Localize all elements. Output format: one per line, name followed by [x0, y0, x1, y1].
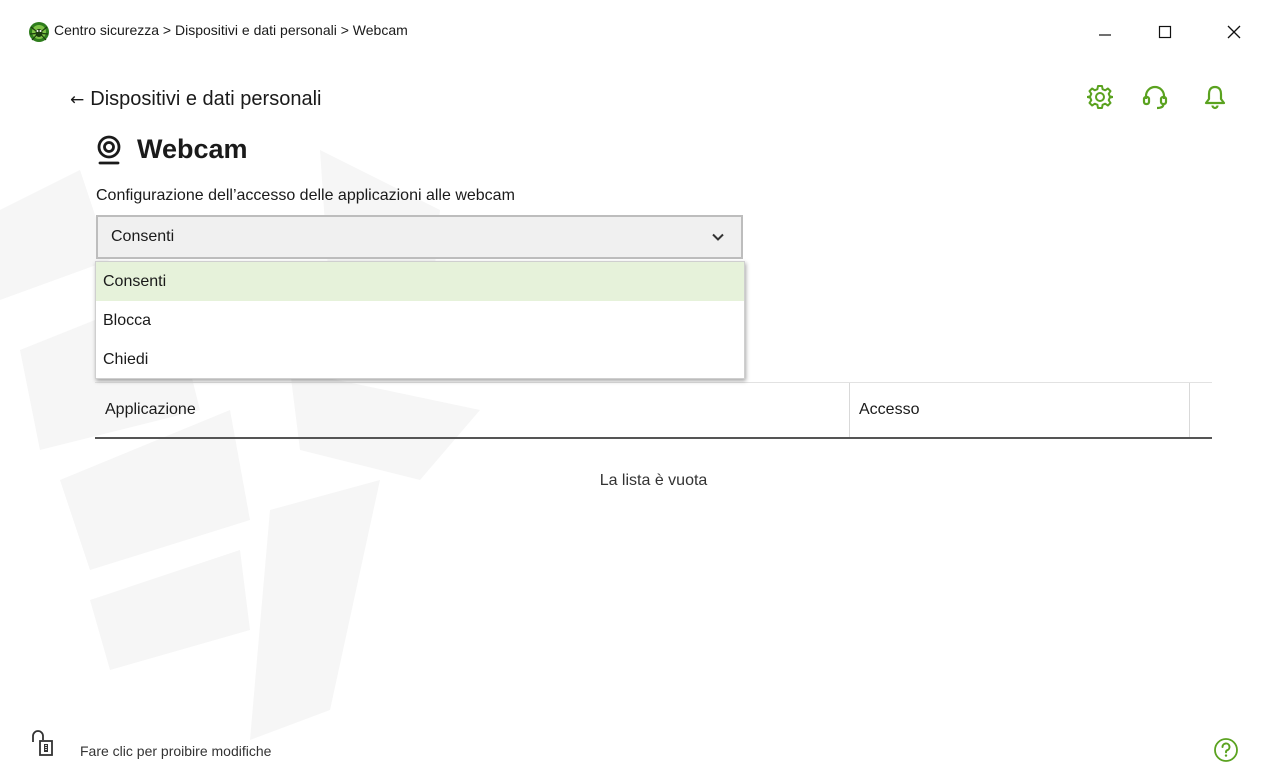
headset-icon	[1142, 85, 1168, 110]
webcam-access-select[interactable]: Consenti	[96, 215, 743, 259]
dropdown-option-consenti[interactable]: Consenti	[96, 262, 744, 301]
lock-toggle[interactable]	[31, 728, 69, 762]
padlock-open-icon	[32, 730, 53, 756]
window-title: Centro sicurezza > Dispositivi e dati pe…	[54, 22, 408, 38]
help-icon[interactable]	[1213, 737, 1239, 763]
minimize-button[interactable]	[1087, 14, 1123, 50]
table-header-divider	[95, 437, 1212, 439]
page-title: Webcam	[137, 134, 248, 164]
select-value: Consenti	[111, 228, 175, 245]
maximize-icon	[1158, 25, 1172, 39]
bell-icon	[1204, 85, 1226, 110]
table-header: Applicazione Accesso	[95, 383, 1212, 439]
close-icon	[1227, 25, 1241, 39]
column-header-application[interactable]: Applicazione	[95, 383, 850, 437]
settings-button[interactable]	[1086, 83, 1114, 111]
page-header: Webcam	[95, 134, 248, 165]
webcam-icon	[97, 135, 121, 164]
webcam-access-dropdown: Consenti Blocca Chiedi	[95, 261, 745, 379]
app-window: Centro sicurezza > Dispositivi e dati pe…	[0, 0, 1269, 769]
chevron-down-icon	[712, 233, 724, 241]
dropdown-option-blocca[interactable]: Blocca	[96, 301, 744, 340]
back-arrow-icon: ←	[70, 89, 85, 110]
gear-icon	[1087, 85, 1113, 109]
empty-list-message: La lista è vuota	[599, 472, 708, 489]
notifications-button[interactable]	[1201, 83, 1229, 111]
title-bar: Centro sicurezza > Dispositivi e dati pe…	[0, 0, 1269, 62]
webcam-access-label: Configurazione dell’accesso delle applic…	[96, 187, 515, 204]
column-header-access[interactable]: Accesso	[850, 383, 1190, 437]
back-link[interactable]: ← Dispositivi e dati personali	[70, 88, 321, 111]
minimize-icon	[1099, 34, 1111, 36]
support-button[interactable]	[1141, 83, 1169, 111]
dropdown-option-chiedi[interactable]: Chiedi	[96, 340, 744, 379]
back-link-label: Dispositivi e dati personali	[90, 88, 322, 110]
dr-web-spider-logo-icon	[29, 22, 49, 42]
lock-toggle-label[interactable]: Fare clic per proibire modifiche	[80, 743, 271, 759]
close-button[interactable]	[1216, 14, 1252, 50]
maximize-button[interactable]	[1147, 14, 1183, 50]
